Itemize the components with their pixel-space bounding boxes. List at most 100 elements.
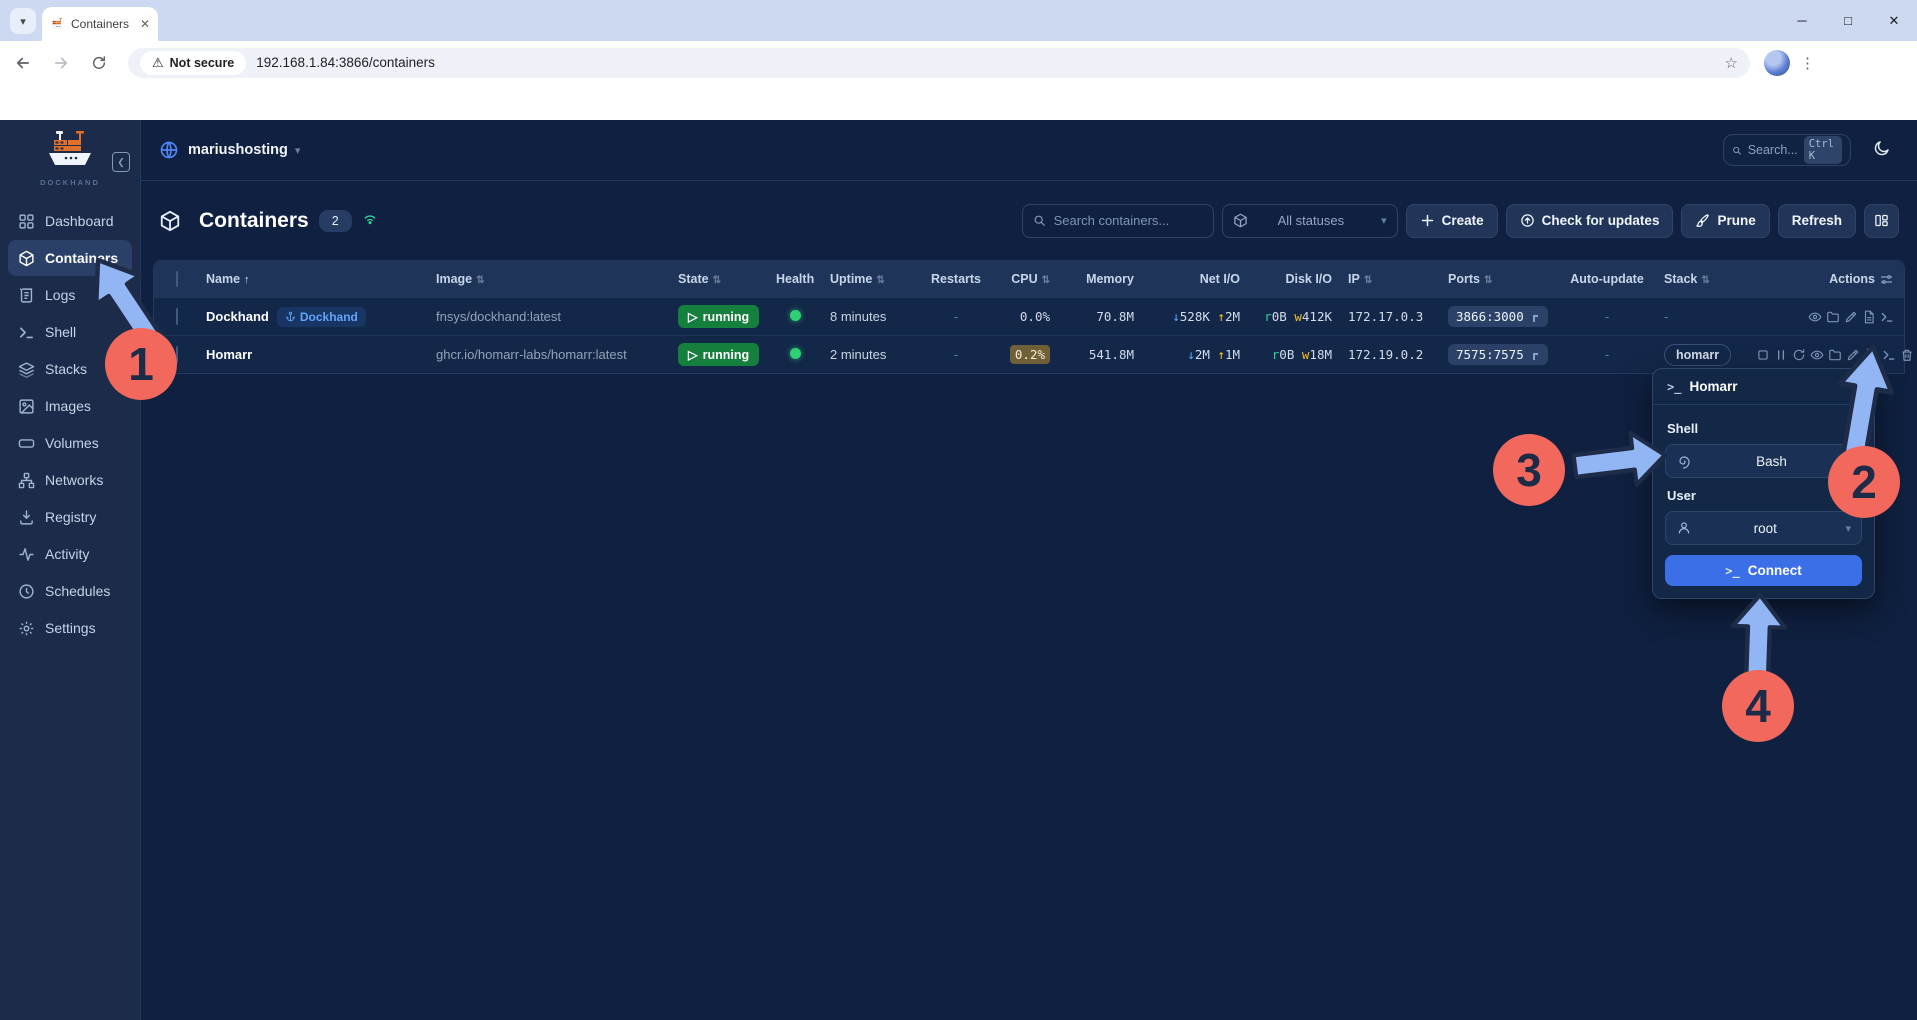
sort-icon: ⇅	[1701, 275, 1709, 286]
disk-io-value: r0B w18M	[1248, 347, 1340, 362]
col-memory[interactable]: Memory	[1058, 272, 1142, 286]
logs-file-icon[interactable]	[1862, 310, 1876, 324]
globe-icon	[159, 140, 179, 160]
tab-search-chevron-icon[interactable]: ▾	[10, 8, 36, 34]
not-secure-chip[interactable]: ⚠ Not secure	[140, 51, 246, 75]
tab-close-icon[interactable]: ✕	[140, 17, 150, 31]
terminal-icon[interactable]	[1880, 310, 1894, 324]
row-actions	[1748, 310, 1904, 324]
col-ports[interactable]: Ports⇅	[1440, 272, 1558, 286]
shell-select[interactable]: Bash	[1665, 444, 1862, 478]
col-state[interactable]: State⇅	[670, 272, 768, 286]
select-all-checkbox[interactable]	[176, 271, 178, 287]
prune-button[interactable]: Prune	[1681, 204, 1769, 238]
reload-icon[interactable]	[84, 48, 114, 78]
sliders-icon[interactable]	[1879, 272, 1894, 287]
browser-toolbar: ⚠ Not secure 192.168.1.84:3866/container…	[0, 41, 1917, 84]
ports-badge[interactable]: 7575:7575	[1448, 344, 1548, 365]
sidebar-item-networks[interactable]: Networks	[8, 462, 132, 498]
ports-badge[interactable]: 3866:3000	[1448, 306, 1548, 327]
sidebar-item-containers[interactable]: Containers	[8, 240, 132, 276]
row-checkbox[interactable]	[176, 308, 178, 325]
restart-icon[interactable]	[1792, 348, 1806, 362]
container-name[interactable]: Homarr	[206, 347, 252, 362]
window-minimize-button[interactable]: ─	[1779, 0, 1825, 41]
table-row-dockhand[interactable]: Dockhand Dockhand fnsys/dockhand:latest …	[154, 297, 1904, 335]
search-containers-input[interactable]: Search containers...	[1022, 204, 1214, 238]
col-disk-io[interactable]: Disk I/O	[1248, 272, 1340, 286]
sidebar-item-dashboard[interactable]: Dashboard	[8, 203, 132, 239]
refresh-button[interactable]: Refresh	[1778, 204, 1856, 238]
edit-pencil-icon[interactable]	[1844, 310, 1858, 324]
container-name[interactable]: Dockhand	[206, 309, 269, 324]
sidebar-item-activity[interactable]: Activity	[8, 536, 132, 572]
inspect-eye-icon[interactable]	[1810, 348, 1824, 362]
global-search[interactable]: Search... Ctrl K	[1723, 134, 1851, 166]
table-row-homarr[interactable]: Homarr ghcr.io/homarr-labs/homarr:latest…	[154, 335, 1904, 373]
pause-icon[interactable]	[1774, 348, 1788, 362]
files-folder-icon[interactable]	[1826, 310, 1840, 324]
dockhand-link-badge[interactable]: Dockhand	[277, 307, 366, 327]
stack-badge[interactable]: homarr	[1664, 344, 1731, 366]
ip-value: 172.19.0.2	[1340, 347, 1440, 362]
col-restarts[interactable]: Restarts	[918, 272, 994, 286]
delete-trash-icon[interactable]	[1900, 348, 1914, 362]
window-close-button[interactable]: ✕	[1871, 0, 1917, 41]
col-name[interactable]: Name↑	[198, 272, 428, 286]
col-auto-update[interactable]: Auto-update	[1558, 272, 1656, 286]
row-checkbox[interactable]	[176, 346, 178, 363]
user-select[interactable]: root ▾	[1665, 511, 1862, 545]
status-filter-select[interactable]: All statuses ▾	[1222, 204, 1398, 238]
page-title: Containers	[199, 209, 309, 233]
dark-mode-toggle[interactable]	[1873, 139, 1891, 162]
sidebar-item-shell[interactable]: Shell	[8, 314, 132, 350]
sidebar-item-registry[interactable]: Registry	[8, 499, 132, 535]
environment-name[interactable]: mariushosting	[188, 142, 288, 158]
url-text[interactable]: 192.168.1.84:3866/containers	[256, 55, 435, 70]
sidebar: DOCKHAND ❮ Dashboard Containers Logs She…	[0, 120, 141, 1020]
edit-pencil-icon[interactable]	[1846, 348, 1860, 362]
row-actions	[1748, 348, 1917, 362]
logs-file-icon[interactable]	[1864, 348, 1878, 362]
sidebar-item-settings[interactable]: Settings	[8, 610, 132, 646]
memory-value: 541.8M	[1058, 347, 1142, 362]
col-ip[interactable]: IP⇅	[1340, 272, 1440, 286]
sidebar-item-images[interactable]: Images	[8, 388, 132, 424]
col-net-io[interactable]: Net I/O	[1142, 272, 1248, 286]
browser-profile-avatar[interactable]	[1764, 50, 1790, 76]
sidebar-item-schedules[interactable]: Schedules	[8, 573, 132, 609]
inspect-eye-icon[interactable]	[1808, 310, 1822, 324]
create-button[interactable]: Create	[1406, 204, 1498, 238]
sidebar-item-volumes[interactable]: Volumes	[8, 425, 132, 461]
sort-icon: ⇅	[476, 275, 484, 286]
back-icon[interactable]	[8, 48, 38, 78]
stop-icon[interactable]	[1756, 348, 1770, 362]
forward-icon[interactable]	[46, 48, 76, 78]
col-image[interactable]: Image⇅	[428, 272, 670, 286]
col-stack[interactable]: Stack⇅	[1656, 272, 1748, 286]
container-image: fnsys/dockhand:latest	[428, 309, 670, 324]
address-bar[interactable]: ⚠ Not secure 192.168.1.84:3866/container…	[128, 48, 1750, 78]
stack-value: -	[1656, 309, 1748, 324]
connect-button[interactable]: >_ Connect	[1665, 555, 1862, 586]
check-for-updates-button[interactable]: Check for updates	[1506, 204, 1674, 238]
terminal-icon[interactable]	[1882, 348, 1896, 362]
play-icon: ▷	[688, 347, 698, 362]
bookmark-star-icon[interactable]: ☆	[1725, 54, 1738, 72]
col-cpu[interactable]: CPU⇅	[994, 272, 1058, 286]
sidebar-collapse-icon[interactable]: ❮	[112, 152, 130, 172]
sidebar-item-stacks[interactable]: Stacks	[8, 351, 132, 387]
popup-title: Homarr	[1689, 379, 1737, 394]
sidebar-item-logs[interactable]: Logs	[8, 277, 132, 313]
browser-menu-icon[interactable]: ⋮	[1800, 54, 1815, 72]
stacks-icon	[18, 361, 35, 378]
environment-chevron-down-icon[interactable]: ▾	[295, 144, 301, 157]
files-folder-icon[interactable]	[1828, 348, 1842, 362]
browser-tab-strip: ▾ Containers ✕ ─ □ ✕	[0, 0, 1917, 41]
layout-toggle-button[interactable]	[1864, 204, 1899, 238]
col-health[interactable]: Health	[768, 272, 822, 286]
activity-icon	[18, 546, 35, 563]
window-maximize-button[interactable]: □	[1825, 0, 1871, 41]
browser-tab[interactable]: Containers ✕	[42, 7, 158, 41]
col-uptime[interactable]: Uptime⇅	[822, 272, 918, 286]
